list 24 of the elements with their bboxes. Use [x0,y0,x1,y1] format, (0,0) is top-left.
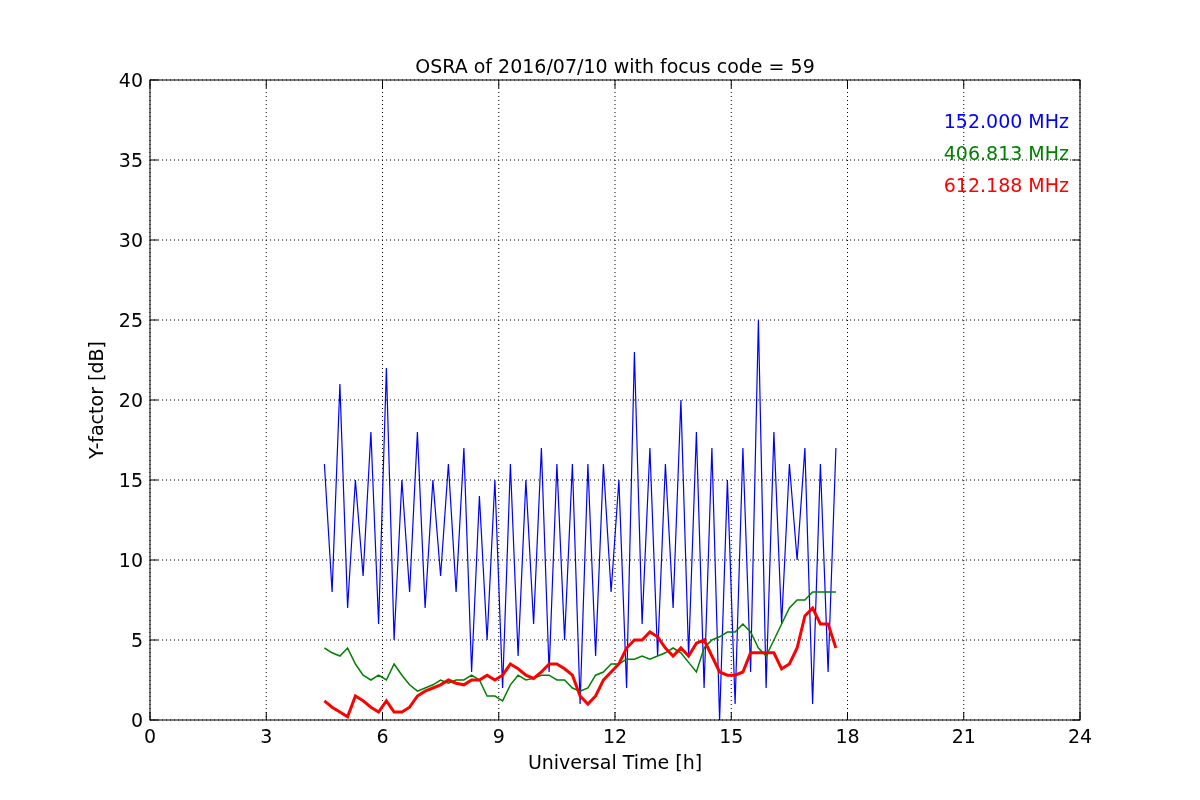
tick-label: 15 [719,725,744,747]
tick-label: 6 [376,725,389,747]
tick-label: 9 [492,725,505,747]
tick-label: 12 [602,725,628,747]
chart-title: OSRA of 2016/07/10 with focus code = 59 [415,55,815,77]
tick-label: 5 [130,629,143,651]
axis-title: Universal Time [h] [527,751,703,773]
tick-label: 18 [835,725,860,747]
tick-label: 0 [143,725,157,747]
tick-label: 30 [118,229,143,251]
legend-label: 406.813 MHz [943,142,1069,164]
legend-label: 152.000 MHz [943,110,1069,132]
tick-label: 3 [260,725,273,747]
tick-label: 35 [118,149,143,171]
tick-label: 10 [118,549,143,571]
legend-label: 612.188 MHz [943,174,1069,196]
tick-label: 40 [118,69,143,91]
tick-label: 21 [951,725,976,747]
tick-label: 15 [118,469,143,491]
tick-label: 25 [118,309,143,331]
tick-label: 24 [1067,725,1093,747]
tick-label: 0 [130,709,143,731]
tick-label: 20 [118,389,143,411]
axis-title: Y-factor [dB] [85,341,107,459]
